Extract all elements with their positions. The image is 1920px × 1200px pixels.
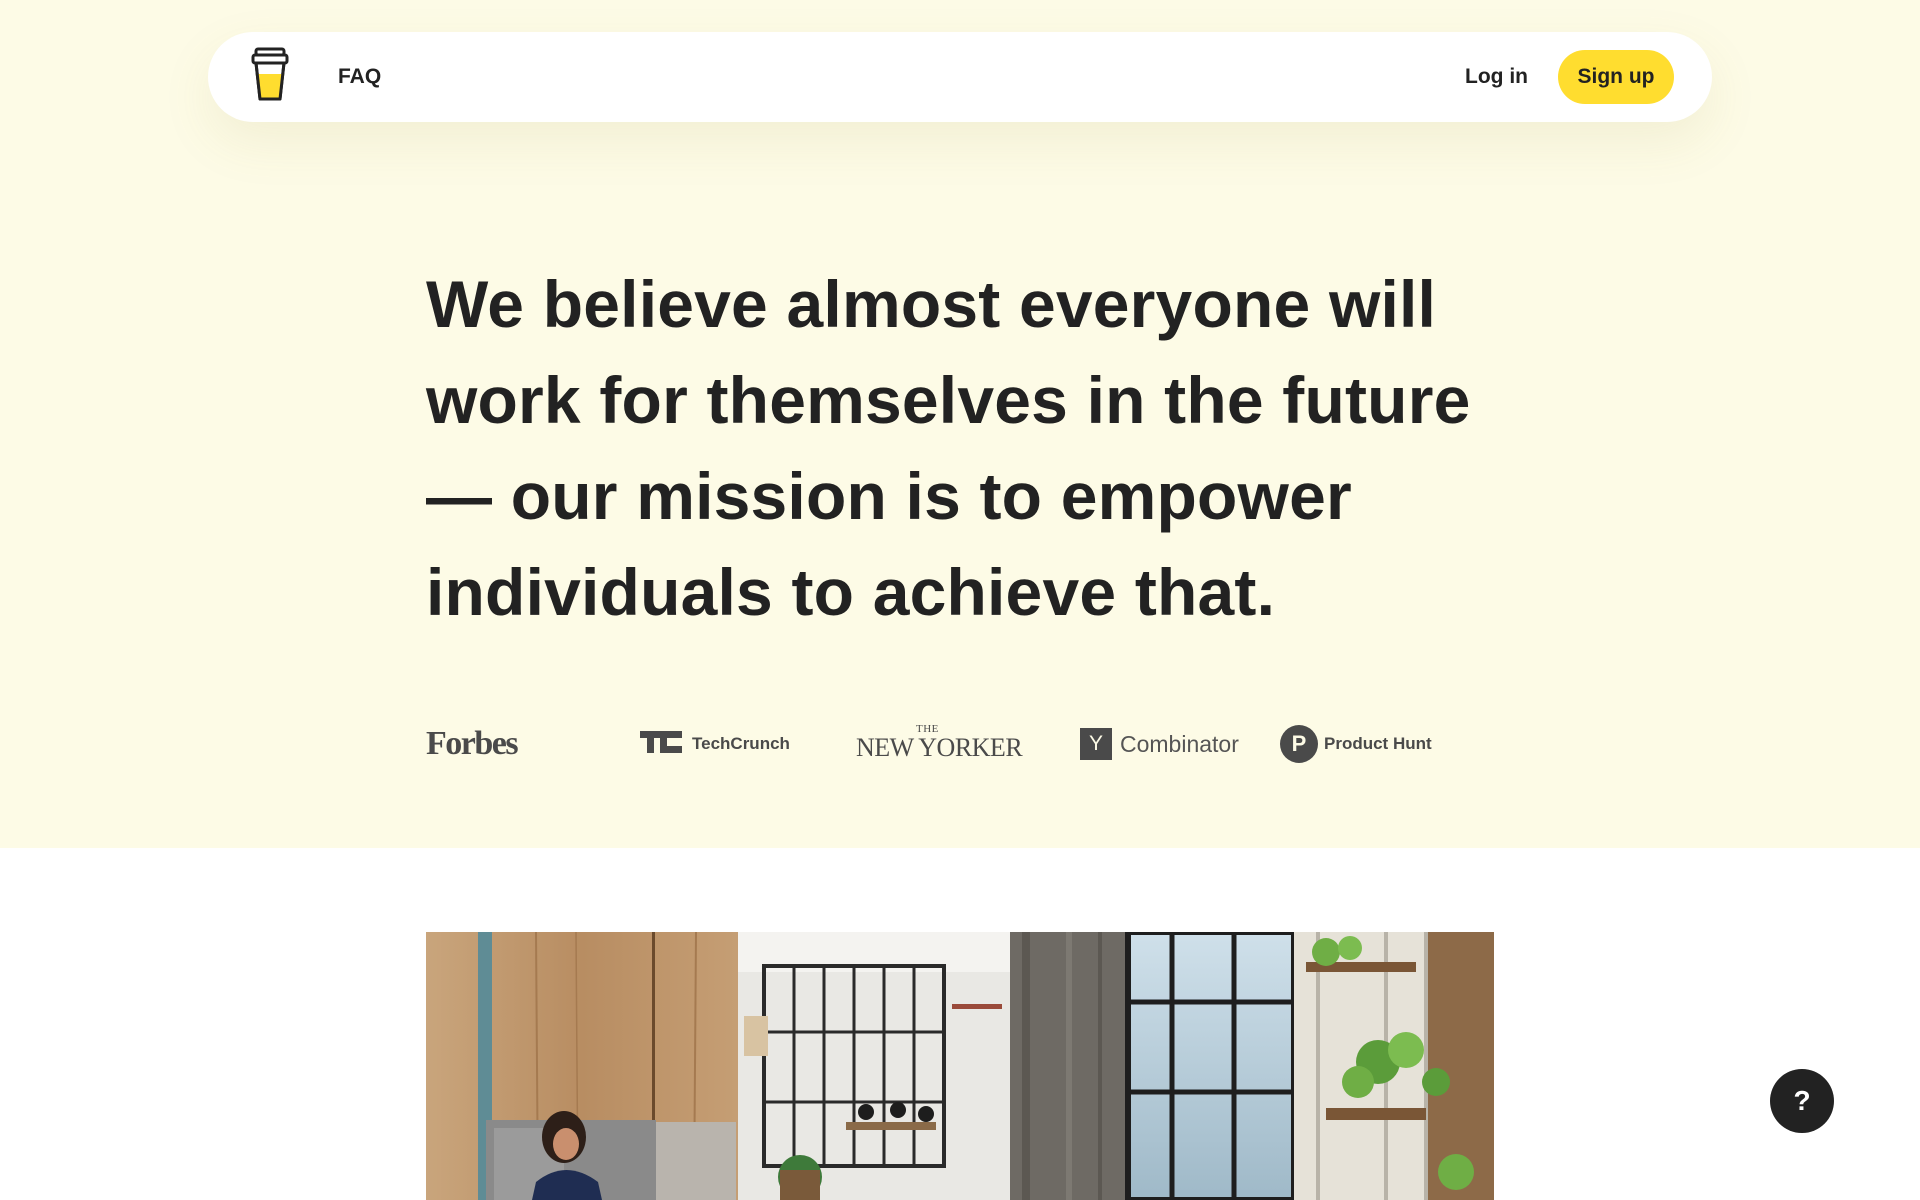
home-logo-link[interactable] — [242, 47, 298, 108]
forbes-logo-text: Forbes — [426, 725, 519, 762]
hero-section: FAQ Log in Sign up We believe almost eve… — [0, 0, 1920, 848]
ycombinator-logo-text: Combinator — [1120, 730, 1239, 757]
login-link[interactable]: Log in — [1465, 62, 1528, 92]
nav-faq-link[interactable]: FAQ — [338, 62, 381, 92]
mission-heading: We believe almost everyone will work for… — [426, 267, 1471, 629]
ycombinator-logo: Y Combinator — [1080, 716, 1239, 772]
product-hunt-logo: P Product Hunt — [1280, 716, 1432, 772]
coffee-cup-icon — [250, 47, 290, 108]
question-icon: ? — [1793, 1085, 1811, 1116]
ycombinator-mark-icon: Y — [1080, 728, 1112, 760]
press-logos: Forbes TechCrunch THE NEW YORKER Y Combi… — [426, 716, 1486, 772]
techcrunch-mark-icon — [640, 730, 682, 758]
techcrunch-logo-text: TechCrunch — [692, 734, 790, 753]
product-hunt-logo-text: Product Hunt — [1324, 734, 1432, 753]
signup-button[interactable]: Sign up — [1558, 50, 1674, 104]
new-yorker-logo-text: NEW YORKER — [856, 733, 1023, 762]
forbes-logo: Forbes — [426, 716, 519, 772]
product-hunt-mark-icon: P — [1280, 725, 1318, 763]
help-question-button[interactable]: ? — [1770, 1069, 1834, 1133]
top-navbar: FAQ Log in Sign up — [208, 32, 1712, 122]
office-photo — [426, 932, 1494, 1200]
new-yorker-the-text: THE — [916, 723, 939, 735]
techcrunch-logo: TechCrunch — [640, 716, 790, 772]
new-yorker-logo: THE NEW YORKER — [856, 716, 1023, 772]
